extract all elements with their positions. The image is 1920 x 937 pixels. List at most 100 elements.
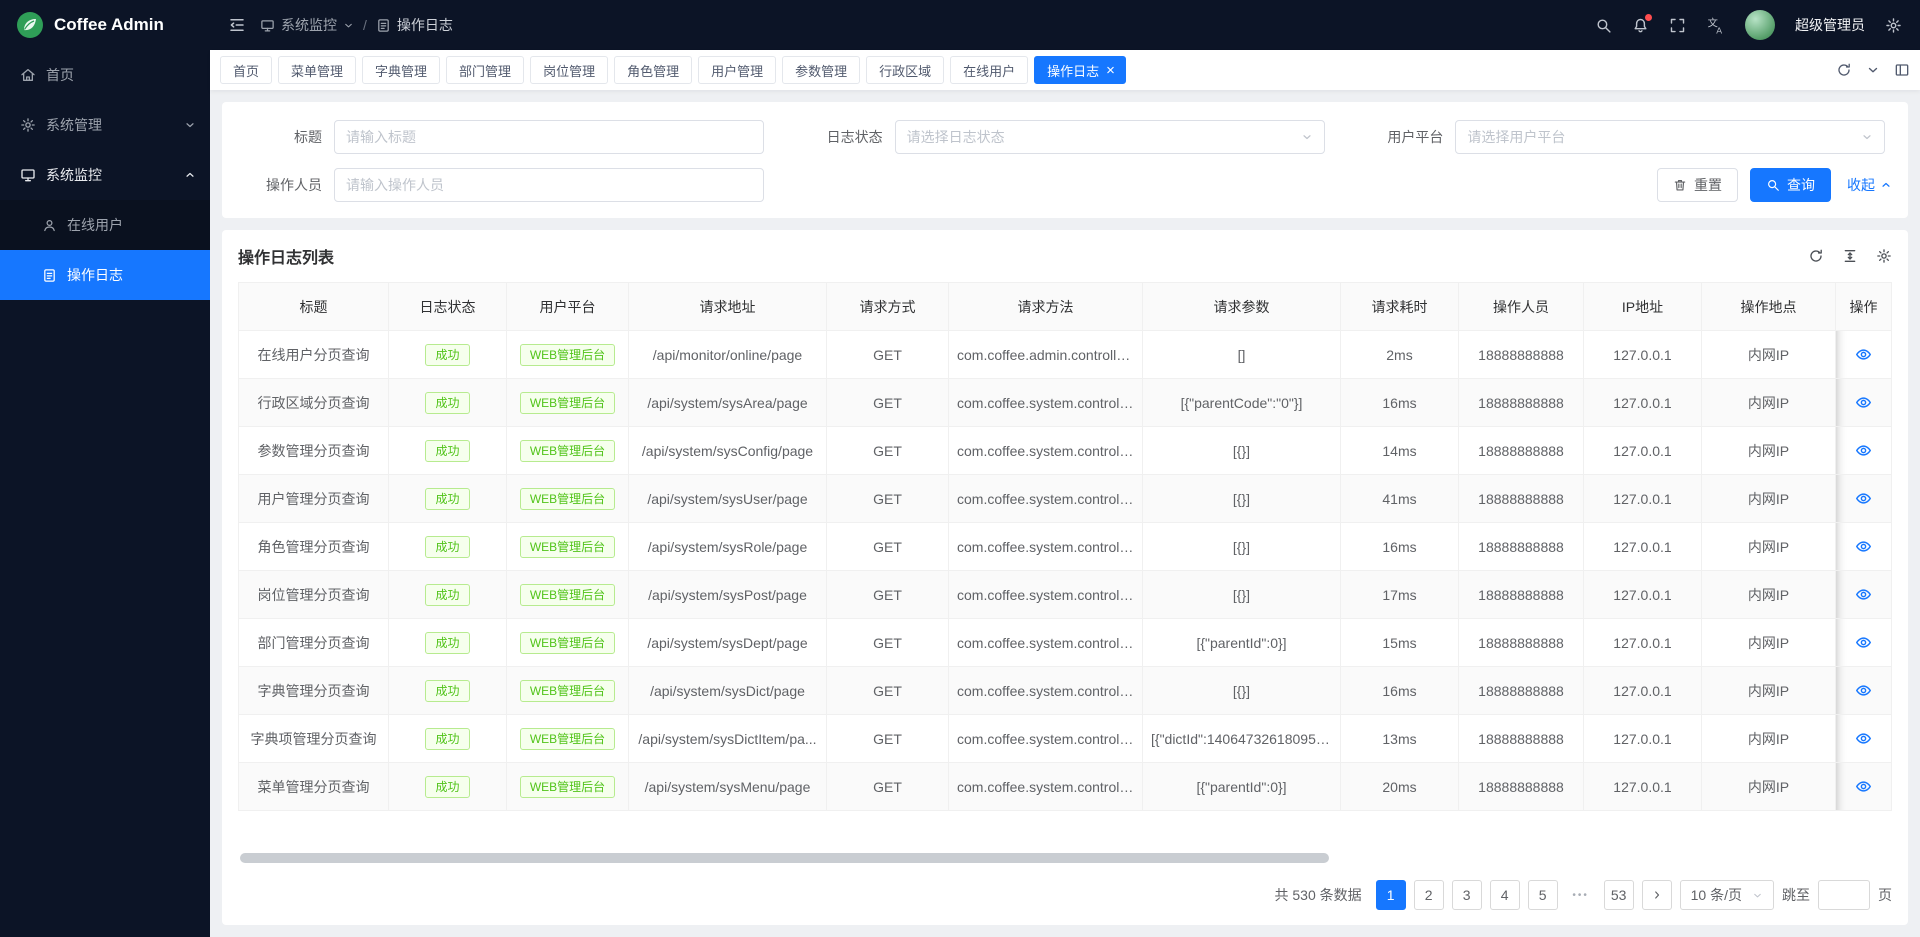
user-name[interactable]: 超级管理员 — [1795, 15, 1865, 35]
tab-item[interactable]: 操作日志× — [1034, 56, 1126, 84]
collapse-sidebar-icon[interactable] — [228, 16, 246, 34]
tab-item[interactable]: 参数管理 — [782, 56, 860, 84]
status-tag: 成功 — [425, 728, 469, 750]
refresh-icon[interactable] — [1808, 248, 1824, 264]
view-detail-eye-icon[interactable] — [1855, 682, 1872, 699]
table-row: 字典项管理分页查询成功WEB管理后台/api/system/sysDictIte… — [239, 715, 1892, 763]
tab-item[interactable]: 首页 — [220, 56, 272, 84]
page-size-select[interactable]: 10 条/页 — [1680, 880, 1774, 910]
view-detail-eye-icon[interactable] — [1855, 346, 1872, 363]
cell-handler: com.coffee.system.controlle... — [949, 523, 1143, 571]
view-detail-eye-icon[interactable] — [1855, 490, 1872, 507]
column-settings-gear-icon[interactable] — [1876, 248, 1892, 264]
sidebar-item-label: 操作日志 — [67, 265, 123, 285]
table-row: 用户管理分页查询成功WEB管理后台/api/system/sysUser/pag… — [239, 475, 1892, 523]
fullscreen-icon[interactable] — [1669, 17, 1686, 34]
chevron-down-icon[interactable] — [1866, 63, 1880, 77]
cell-duration: 15ms — [1341, 619, 1459, 667]
table-toolbar — [1808, 248, 1892, 264]
filter-field-platform: 用户平台 请选择用户平台 — [1359, 120, 1892, 154]
cell-params: [{}] — [1143, 667, 1341, 715]
tab-item[interactable]: 用户管理 — [698, 56, 776, 84]
view-detail-eye-icon[interactable] — [1855, 586, 1872, 603]
tab-item[interactable]: 在线用户 — [950, 56, 1028, 84]
tab-item[interactable]: 角色管理 — [614, 56, 692, 84]
platform-tag: WEB管理后台 — [520, 728, 615, 750]
chevron-down-icon — [1301, 131, 1313, 143]
cell-actions — [1836, 571, 1892, 619]
tab-item[interactable]: 菜单管理 — [278, 56, 356, 84]
status-tag: 成功 — [425, 584, 469, 606]
user-avatar[interactable] — [1745, 10, 1775, 40]
refresh-icon[interactable] — [1836, 62, 1852, 78]
breadcrumb-section[interactable]: 系统监控 — [281, 15, 337, 35]
sidebar-item-home[interactable]: 首页 — [0, 50, 210, 100]
cell-handler: com.coffee.system.controlle... — [949, 427, 1143, 475]
table-row: 岗位管理分页查询成功WEB管理后台/api/system/sysPost/pag… — [239, 571, 1892, 619]
tab-close-icon[interactable]: × — [1106, 63, 1115, 78]
title-input[interactable] — [334, 120, 764, 154]
operator-input[interactable] — [334, 168, 764, 202]
tab-label: 部门管理 — [459, 61, 511, 80]
layout-icon[interactable] — [1894, 62, 1910, 78]
cell-operator: 18888888888 — [1459, 667, 1584, 715]
cell-params: [{"parentId":0}] — [1143, 619, 1341, 667]
view-detail-eye-icon[interactable] — [1855, 538, 1872, 555]
cell-title: 在线用户分页查询 — [239, 331, 389, 379]
cell-params: [] — [1143, 331, 1341, 379]
cell-location: 内网IP — [1702, 715, 1836, 763]
next-page-button[interactable] — [1642, 880, 1672, 910]
filter-actions: 重置 查询 收起 — [799, 168, 1892, 202]
cell-ip: 127.0.0.1 — [1584, 475, 1702, 523]
page-button[interactable]: 5 — [1528, 880, 1558, 910]
page-button[interactable]: 53 — [1604, 880, 1634, 910]
breadcrumb-current: 操作日志 — [397, 15, 453, 35]
search-icon[interactable] — [1595, 17, 1612, 34]
view-detail-eye-icon[interactable] — [1855, 778, 1872, 795]
sidebar-item-system-monitor[interactable]: 系统监控 — [0, 150, 210, 200]
tab-item[interactable]: 行政区域 — [866, 56, 944, 84]
sidebar-item-system-management[interactable]: 系统管理 — [0, 100, 210, 150]
translate-icon[interactable] — [1706, 16, 1725, 35]
cell-duration: 41ms — [1341, 475, 1459, 523]
platform-select[interactable]: 请选择用户平台 — [1455, 120, 1885, 154]
status-select[interactable]: 请选择日志状态 — [895, 120, 1325, 154]
horizontal-scrollbar-thumb[interactable] — [240, 853, 1329, 863]
jump-page-input[interactable] — [1818, 880, 1870, 910]
cell-status: 成功 — [389, 571, 507, 619]
cell-method: GET — [827, 619, 949, 667]
page-button[interactable]: 2 — [1414, 880, 1444, 910]
view-detail-eye-icon[interactable] — [1855, 634, 1872, 651]
platform-tag: WEB管理后台 — [520, 632, 615, 654]
view-detail-eye-icon[interactable] — [1855, 730, 1872, 747]
cell-handler: com.coffee.system.controlle... — [949, 619, 1143, 667]
notifications-button[interactable] — [1632, 17, 1649, 34]
cell-actions — [1836, 523, 1892, 571]
cell-status: 成功 — [389, 667, 507, 715]
app-title: Coffee Admin — [54, 15, 164, 35]
column-header: 标题 — [239, 283, 389, 331]
view-detail-eye-icon[interactable] — [1855, 394, 1872, 411]
collapse-label: 收起 — [1847, 175, 1875, 195]
title-label: 标题 — [238, 127, 322, 147]
cell-params: [{"dictId":140647326180950... — [1143, 715, 1341, 763]
page-button[interactable]: 1 — [1376, 880, 1406, 910]
tab-item[interactable]: 字典管理 — [362, 56, 440, 84]
page-button[interactable]: 4 — [1490, 880, 1520, 910]
cell-ip: 127.0.0.1 — [1584, 427, 1702, 475]
settings-gear-icon[interactable] — [1885, 17, 1902, 34]
tab-item[interactable]: 岗位管理 — [530, 56, 608, 84]
cell-location: 内网IP — [1702, 475, 1836, 523]
page-button[interactable]: 3 — [1452, 880, 1482, 910]
tab-item[interactable]: 部门管理 — [446, 56, 524, 84]
cell-url: /api/system/sysDictItem/pa... — [629, 715, 827, 763]
density-icon[interactable] — [1842, 248, 1858, 264]
collapse-filter-link[interactable]: 收起 — [1847, 175, 1892, 195]
view-detail-eye-icon[interactable] — [1855, 442, 1872, 459]
query-button[interactable]: 查询 — [1750, 168, 1831, 202]
cell-duration: 16ms — [1341, 523, 1459, 571]
reset-button[interactable]: 重置 — [1657, 168, 1738, 202]
cell-platform: WEB管理后台 — [507, 331, 629, 379]
sidebar-item-online-users[interactable]: 在线用户 — [0, 200, 210, 250]
sidebar-item-operation-log[interactable]: 操作日志 — [0, 250, 210, 300]
